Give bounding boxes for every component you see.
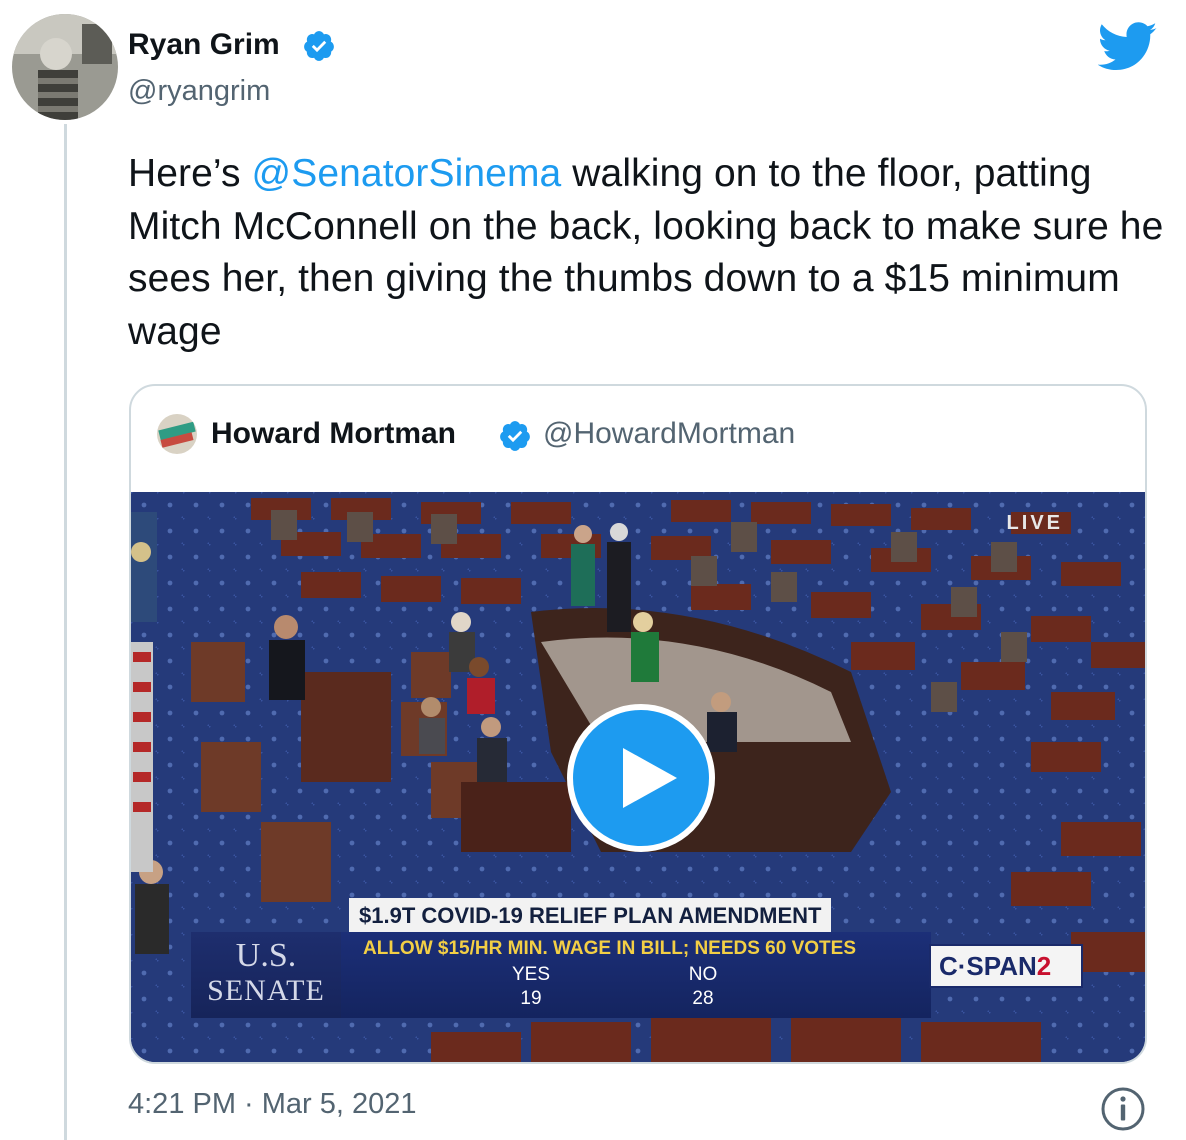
yes-count: 19 [520, 988, 542, 1009]
mention-link[interactable]: @SenatorSinema [252, 152, 562, 195]
no-label: NO [688, 964, 718, 985]
author-name[interactable]: Ryan Grim [128, 27, 280, 63]
play-icon [623, 748, 677, 808]
verified-badge-icon [500, 421, 530, 451]
video-player[interactable]: LIVE $1.9T COVID-19 RELIEF PLAN AMENDMEN… [131, 492, 1145, 1062]
thread-line [64, 124, 67, 1140]
tweet-timestamp[interactable]: 4:21 PM · Mar 5, 2021 [128, 1086, 417, 1122]
quoted-author-avatar[interactable] [157, 414, 197, 454]
author-avatar[interactable] [12, 14, 118, 120]
no-count: 28 [692, 988, 714, 1009]
tweet-text: Here’s @SenatorSinema walking on to the … [128, 148, 1168, 358]
quoted-author-name[interactable]: Howard Mortman [211, 416, 456, 452]
play-button[interactable] [567, 704, 715, 852]
cspan-suffix: 2 [1036, 951, 1052, 981]
info-icon[interactable] [1100, 1086, 1146, 1132]
live-indicator: LIVE [1006, 512, 1063, 534]
cspan-prefix: C·SPAN [939, 951, 1037, 981]
quoted-author-handle[interactable]: @HowardMortman [543, 416, 795, 452]
cspan2-logo: C·SPAN2 [929, 944, 1083, 988]
vote-chyron-panel: ALLOW $15/HR MIN. WAGE IN BILL; NEEDS 60… [341, 932, 931, 1018]
quoted-tweet-card[interactable]: Howard Mortman @HowardMortman LIVE $1.9T… [129, 384, 1147, 1064]
author-handle[interactable]: @ryangrim [128, 73, 270, 109]
chyron-title: $1.9T COVID-19 RELIEF PLAN AMENDMENT [349, 898, 832, 932]
yes-label: YES [511, 964, 551, 985]
tweet-text-start: Here’s [128, 152, 252, 195]
senate-word-text: SENATE [207, 974, 325, 1007]
us-senate-logo: U.S. SENATE [191, 932, 341, 1018]
verified-badge-icon [304, 31, 334, 61]
twitter-bird-icon[interactable] [1098, 22, 1158, 72]
senate-us-text: U.S. [235, 937, 297, 974]
vote-description: ALLOW $15/HR MIN. WAGE IN BILL; NEEDS 60… [363, 938, 856, 959]
